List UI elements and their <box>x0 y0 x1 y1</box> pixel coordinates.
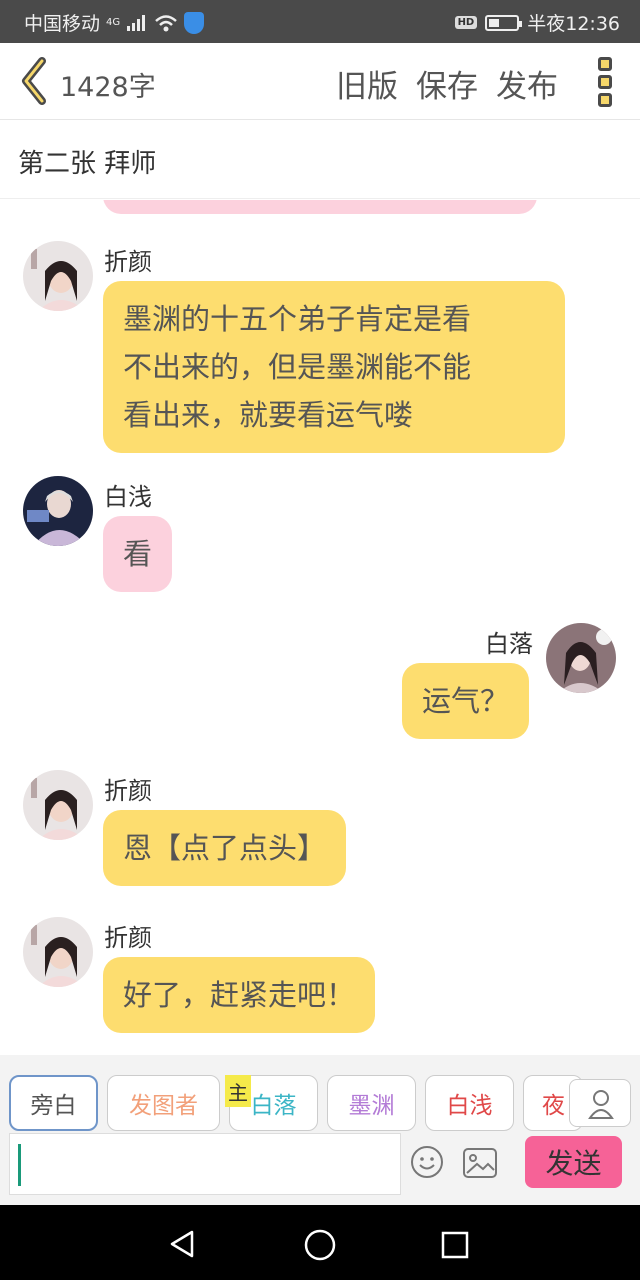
message-line: 墨渊的十五个弟子肯定是看 <box>123 302 472 336</box>
main-character-badge: 主 <box>225 1075 251 1107</box>
more-menu-icon[interactable] <box>598 57 614 107</box>
message-bubble[interactable]: 看 <box>103 516 173 592</box>
emoji-icon[interactable] <box>410 1145 444 1179</box>
network-label: 4G <box>106 17 121 28</box>
image-icon[interactable] <box>463 1148 497 1178</box>
sender-name: 白落 <box>485 630 533 658</box>
publish-button[interactable]: 发布 <box>496 61 558 106</box>
chat-list[interactable]: 折颜 墨渊的十五个弟子肯定是看 不出来的，但是墨渊能不能 看出来，就要看运气喽 … <box>0 200 640 1055</box>
message-text: 好了，赶紧走吧！ <box>123 978 356 1012</box>
message-text: 看 <box>123 537 153 571</box>
avatar-zheyan[interactable] <box>23 917 93 987</box>
role-chip-baiqian[interactable]: 白浅 <box>425 1075 514 1131</box>
battery-icon <box>485 14 523 31</box>
role-chip-narration[interactable]: 旁白 <box>9 1075 98 1131</box>
recents-nav-icon[interactable] <box>441 1231 469 1259</box>
person-icon <box>588 1090 614 1119</box>
clock: 半夜12:36 <box>527 13 620 35</box>
shield-icon <box>184 11 205 34</box>
old-version-button[interactable]: 旧版 <box>336 61 398 106</box>
role-chip-moyuan[interactable]: 墨渊 <box>327 1075 416 1131</box>
avatar-bailuo[interactable] <box>546 623 616 693</box>
avatar-baiqian[interactable] <box>23 476 93 546</box>
message-text: 恩【点了点头】 <box>123 831 327 865</box>
previous-bubble <box>103 200 537 214</box>
message-bubble[interactable]: 好了，赶紧走吧！ <box>103 957 376 1033</box>
home-nav-icon[interactable] <box>304 1229 336 1261</box>
sender-name: 折颜 <box>104 924 152 952</box>
editor-toolbar: 1428字 旧版 保存 发布 <box>0 43 640 120</box>
chapter-title[interactable]: 第二张 拜师 <box>18 143 156 180</box>
sender-name: 折颜 <box>104 777 152 805</box>
wifi-icon <box>155 14 177 31</box>
status-bar: 中国移动 4G HD 半夜12:36 <box>0 0 640 43</box>
sender-name: 白浅 <box>104 483 152 511</box>
character-manage-button[interactable] <box>569 1079 631 1127</box>
message-bubble[interactable]: 运气？ <box>402 663 530 739</box>
sender-name: 折颜 <box>104 248 152 276</box>
message-input[interactable] <box>9 1133 401 1195</box>
composer: 旁白 发图者 白落 墨渊 白浅 夜 主 发送 <box>0 1055 640 1205</box>
signal-icon <box>127 14 146 31</box>
role-selector: 旁白 发图者 白落 墨渊 白浅 夜 <box>0 1075 640 1131</box>
system-nav-bar <box>0 1205 640 1280</box>
hd-icon: HD <box>454 16 478 29</box>
message-line: 看出来，就要看运气喽 <box>123 398 414 432</box>
carrier-label: 中国移动 <box>24 13 101 35</box>
chapter-header: 第二张 拜师 <box>0 121 640 199</box>
word-count: 1428字 <box>60 72 156 103</box>
avatar-zheyan[interactable] <box>23 241 93 311</box>
avatar-zheyan[interactable] <box>23 770 93 840</box>
back-icon[interactable] <box>18 57 50 105</box>
message-line: 不出来的，但是墨渊能不能 <box>123 350 472 384</box>
message-text: 运气？ <box>422 684 510 718</box>
send-button[interactable]: 发送 <box>525 1136 622 1188</box>
role-chip-poster[interactable]: 发图者 <box>107 1075 220 1131</box>
back-nav-icon[interactable] <box>168 1229 196 1259</box>
message-bubble[interactable]: 恩【点了点头】 <box>103 810 347 886</box>
message-bubble[interactable]: 墨渊的十五个弟子肯定是看 不出来的，但是墨渊能不能 看出来，就要看运气喽 <box>103 281 565 453</box>
save-button[interactable]: 保存 <box>416 61 478 106</box>
